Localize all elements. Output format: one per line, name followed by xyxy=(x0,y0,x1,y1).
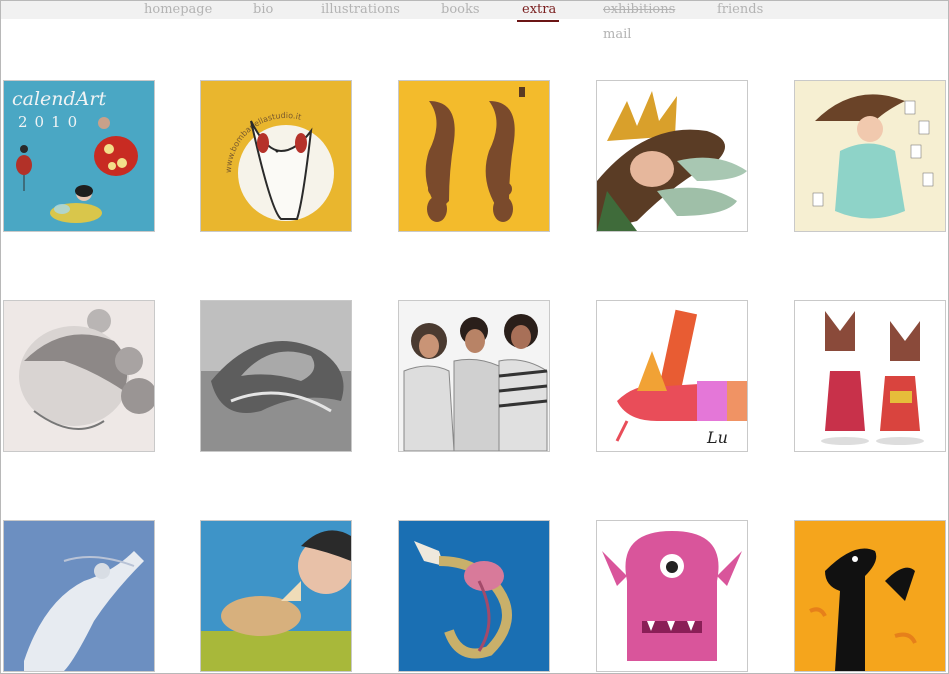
trumpet-creature-illustration xyxy=(399,521,549,671)
nav-mail[interactable]: mail xyxy=(603,27,631,43)
gallery-thumb-girl-buns-sketch[interactable] xyxy=(3,300,155,452)
silver-ring-photo xyxy=(201,301,351,451)
black-dog-orange-illustration xyxy=(795,521,945,671)
calendart-title: calendArt xyxy=(12,88,106,110)
gallery-thumb-squirrels[interactable] xyxy=(398,80,550,232)
cards-girl-illustration xyxy=(795,81,945,231)
bombanella-goat-illustration: www.bombanellastudio.it xyxy=(201,81,351,231)
nav-illustrations[interactable]: illustrations xyxy=(321,2,400,18)
gallery-thumb-silver-ring[interactable] xyxy=(200,300,352,452)
cat-signature: Lu xyxy=(706,428,728,447)
two-wolves-illustration xyxy=(795,301,945,451)
gallery-thumb-white-bird-lady[interactable] xyxy=(3,520,155,672)
crowned-figure-illustration xyxy=(597,81,747,231)
nav-friends[interactable]: friends xyxy=(717,2,763,18)
gallery-thumb-three-friends[interactable] xyxy=(398,300,550,452)
nav-extra[interactable]: extra xyxy=(522,2,556,18)
nav-bio[interactable]: bio xyxy=(253,2,273,18)
gallery-thumb-trumpet-creature[interactable] xyxy=(398,520,550,672)
gallery-thumb-bombanella-logo[interactable]: www.bombanellastudio.it xyxy=(200,80,352,232)
calendart-illustration: calendArt 2010 xyxy=(4,81,154,231)
kiss-dog-illustration xyxy=(201,521,351,671)
gallery-thumb-pink-monster[interactable] xyxy=(596,520,748,672)
nav-exhibitions[interactable]: exhibitions xyxy=(603,2,675,18)
gallery-thumb-crowned-figure[interactable] xyxy=(596,80,748,232)
gallery-thumb-kiss-dog[interactable] xyxy=(200,520,352,672)
pink-monster-illustration xyxy=(597,521,747,671)
striped-cat-illustration: Lu xyxy=(597,301,747,451)
white-bird-lady-illustration xyxy=(4,521,154,671)
gallery-thumb-striped-cat[interactable]: Lu xyxy=(596,300,748,452)
calendart-year: 2010 xyxy=(18,113,84,131)
gallery-thumb-calendart[interactable]: calendArt 2010 xyxy=(3,80,155,232)
three-friends-illustration xyxy=(399,301,549,451)
nav-books[interactable]: books xyxy=(441,2,480,18)
gallery-thumb-cards-girl[interactable] xyxy=(794,80,946,232)
gallery-thumb-two-wolves[interactable] xyxy=(794,300,946,452)
squirrels-illustration xyxy=(399,81,549,231)
active-tab-underline xyxy=(517,20,559,22)
nav-homepage[interactable]: homepage xyxy=(144,2,212,18)
gallery-thumb-black-dog-orange[interactable] xyxy=(794,520,946,672)
girl-buns-sketch-illustration xyxy=(4,301,154,451)
